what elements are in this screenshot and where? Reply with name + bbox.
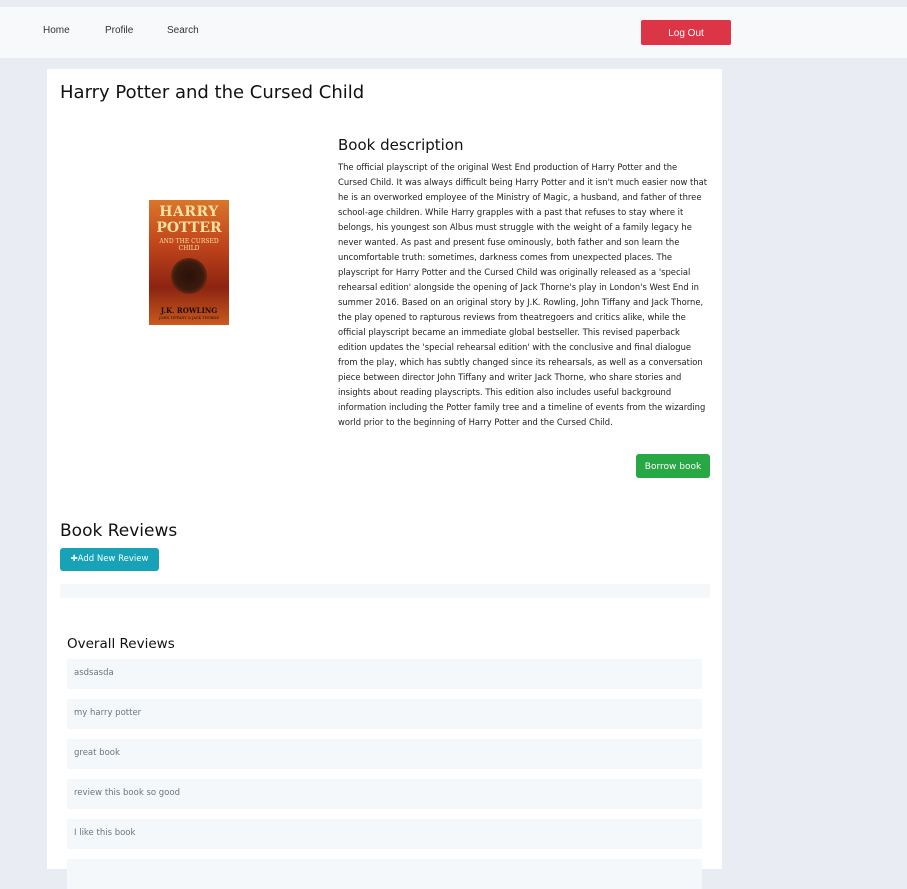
review-item: my harry potter [67,699,702,729]
review-text: review this book so good [74,788,180,798]
nav-search-link[interactable]: Search [167,25,199,36]
book-title: Harry Potter and the Cursed Child [60,82,365,103]
book-cover-image: HARRY POTTER AND THE CURSED CHILD J.K. R… [149,200,229,325]
cover-subtitle: AND THE CURSED CHILD [159,238,219,252]
description-text: The official playscript of the original … [338,162,708,427]
review-text: my harry potter [74,708,142,718]
nav-home-link[interactable]: Home [43,25,70,36]
borrow-book-button[interactable]: Borrow book [636,454,710,478]
cover-author: J.K. ROWLING [160,306,218,315]
description-heading: Book description [338,136,464,154]
review-form-area [60,584,710,598]
cover-title-line2: POTTER [156,220,222,236]
review-item: I like this book [67,819,702,849]
review-text: I like this book [74,828,136,838]
logout-button[interactable]: Log Out [641,20,731,45]
top-strip [0,0,907,7]
overall-reviews-heading: Overall Reviews [67,636,175,652]
nav-profile-link[interactable]: Profile [105,25,133,36]
cover-coauthors: JOHN TIFFANY & JACK THORNE [159,316,219,320]
cover-emblem [171,258,207,294]
add-review-button[interactable]: ✚Add New Review [60,548,159,571]
navbar: Home Profile Search Log Out [0,7,907,58]
review-text: great book [74,748,120,758]
review-text: asdsasda [74,668,114,678]
review-item: asdsasda [67,659,702,689]
cover-title-line1: HARRY [159,204,219,220]
review-item: great book [67,739,702,769]
book-detail-card: Harry Potter and the Cursed Child HARRY … [47,69,722,889]
review-item: review this book so good [67,779,702,809]
review-item [67,859,702,889]
reviews-heading: Book Reviews [60,521,178,541]
